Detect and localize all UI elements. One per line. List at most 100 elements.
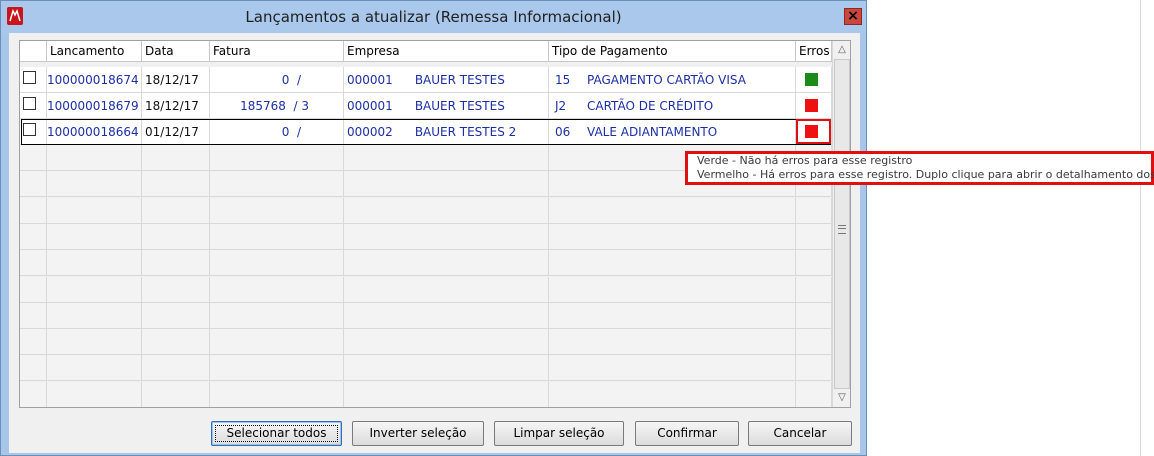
- empty-cell: [549, 381, 796, 407]
- empty-cell: [142, 197, 210, 224]
- header-erros[interactable]: Erros: [796, 41, 832, 62]
- empty-cell: [47, 171, 142, 198]
- empty-cell: [20, 197, 47, 224]
- cell-lancamento: 100000018679: [47, 93, 142, 119]
- cancel-label: Cancelar: [773, 426, 827, 440]
- scroll-thumb[interactable]: [834, 59, 850, 389]
- empty-cell: [549, 355, 796, 382]
- empty-cell: [344, 355, 549, 382]
- tooltip-line-red: Vermelho - Há erros para esse registro. …: [697, 168, 1154, 181]
- empty-cell: [549, 223, 796, 250]
- cell-empresa: 000002 BAUER TESTES 2: [344, 119, 549, 145]
- empty-cell: [142, 329, 210, 356]
- dialog-body: Lancamento Data Fatura Empresa Tipo de P…: [9, 33, 860, 453]
- confirm-button[interactable]: Confirmar: [635, 421, 739, 446]
- status-error-indicator[interactable]: [805, 99, 818, 112]
- scroll-up-icon[interactable]: △: [834, 41, 850, 58]
- empty-table-row: [20, 250, 832, 277]
- window-title: Lançamentos a atualizar (Remessa Informa…: [245, 8, 622, 26]
- cell-lancamento: 100000018664: [47, 119, 142, 145]
- status-ok-indicator[interactable]: [805, 73, 818, 86]
- tooltip-line-green: Verde - Não há erros para esse registro: [697, 154, 913, 167]
- empty-cell: [47, 355, 142, 382]
- empty-cell: [142, 302, 210, 329]
- tipo-nome: CARTÃO DE CRÉDITO: [587, 99, 714, 113]
- empty-cell: [796, 276, 832, 303]
- cell-fatura: 0 /: [210, 67, 344, 93]
- cell-data: 01/12/17: [142, 119, 210, 145]
- empty-cell: [47, 329, 142, 356]
- table-row[interactable]: 100000018674 18/12/17 0 / 000001 BAUER TE…: [20, 67, 832, 93]
- cell-erros[interactable]: [796, 67, 832, 93]
- cell-tipo-pagamento: J2 CARTÃO DE CRÉDITO: [549, 93, 796, 119]
- empty-table-row: [20, 197, 832, 224]
- title-bar[interactable]: Lançamentos a atualizar (Remessa Informa…: [1, 1, 866, 33]
- empty-cell: [344, 250, 549, 277]
- empty-cell: [344, 223, 549, 250]
- empty-cell: [210, 381, 344, 407]
- empty-cell: [142, 276, 210, 303]
- empty-cell: [20, 302, 47, 329]
- scroll-grip-icon: [838, 225, 846, 234]
- header-data[interactable]: Data: [142, 41, 210, 62]
- errors-legend-tooltip: Verde - Não há erros para esse registro …: [685, 151, 1154, 185]
- row-checkbox[interactable]: [23, 97, 36, 110]
- clear-selection-label: Limpar seleção: [513, 426, 605, 440]
- cell-lancamento: 100000018674: [47, 67, 142, 93]
- empty-cell: [47, 250, 142, 277]
- empty-cell: [210, 276, 344, 303]
- empty-cell: [20, 329, 47, 356]
- tipo-codigo: 15: [555, 73, 571, 87]
- empty-table-row: [20, 329, 832, 356]
- tipo-codigo: 06: [555, 125, 571, 139]
- focus-rectangle: [215, 425, 338, 442]
- header-fatura[interactable]: Fatura: [210, 41, 344, 62]
- row-checkbox[interactable]: [23, 71, 36, 84]
- grid-content: Lancamento Data Fatura Empresa Tipo de P…: [20, 41, 832, 407]
- cancel-button[interactable]: Cancelar: [748, 421, 852, 446]
- empty-cell: [20, 355, 47, 382]
- scroll-down-icon[interactable]: ▽: [834, 389, 850, 406]
- empty-cell: [344, 171, 549, 198]
- empty-cell: [796, 223, 832, 250]
- cell-erros[interactable]: [796, 93, 832, 119]
- header-tipo-pagamento[interactable]: Tipo de Pagamento: [549, 41, 796, 62]
- empty-table-row: [20, 381, 832, 407]
- row-checkbox[interactable]: [23, 123, 36, 136]
- empty-cell: [344, 145, 549, 171]
- empresa-codigo: 000001: [347, 73, 393, 87]
- table-row[interactable]: 100000018664 01/12/17 0 / 000002 BAUER TE…: [20, 119, 832, 145]
- empty-table-row: [20, 223, 832, 250]
- empty-cell: [796, 250, 832, 277]
- empty-cell: [47, 197, 142, 224]
- empty-table-row: [20, 276, 832, 303]
- empty-cell: [344, 329, 549, 356]
- tipo-nome: PAGAMENTO CARTÃO VISA: [587, 73, 746, 87]
- empty-table-row: [20, 302, 832, 329]
- tipo-codigo: J2: [555, 99, 567, 113]
- invert-selection-button[interactable]: Inverter seleção: [352, 421, 484, 446]
- empty-cell: [796, 329, 832, 356]
- empresa-nome: BAUER TESTES: [414, 73, 505, 87]
- empresa-nome: BAUER TESTES 2: [414, 125, 517, 139]
- header-lancamento[interactable]: Lancamento: [47, 41, 142, 62]
- empty-cell: [20, 145, 47, 171]
- empty-cell: [210, 223, 344, 250]
- empty-cell: [47, 276, 142, 303]
- empty-cell: [796, 197, 832, 224]
- clear-selection-button[interactable]: Limpar seleção: [494, 421, 624, 446]
- empty-cell: [344, 381, 549, 407]
- empty-cell: [549, 329, 796, 356]
- empty-cell: [142, 250, 210, 277]
- empty-cell: [210, 329, 344, 356]
- header-empresa[interactable]: Empresa: [344, 41, 549, 62]
- empty-cell: [210, 171, 344, 198]
- table-row[interactable]: 100000018679 18/12/17 185768 / 3 000001 B…: [20, 93, 832, 119]
- cell-fatura: 185768 / 3: [210, 93, 344, 119]
- vertical-scrollbar[interactable]: △ ▽: [832, 41, 850, 407]
- select-all-button[interactable]: Selecionar todos: [211, 421, 342, 446]
- close-button[interactable]: ×: [844, 8, 862, 25]
- empty-cell: [210, 355, 344, 382]
- cell-empresa: 000001 BAUER TESTES: [344, 93, 549, 119]
- empty-cell: [344, 302, 549, 329]
